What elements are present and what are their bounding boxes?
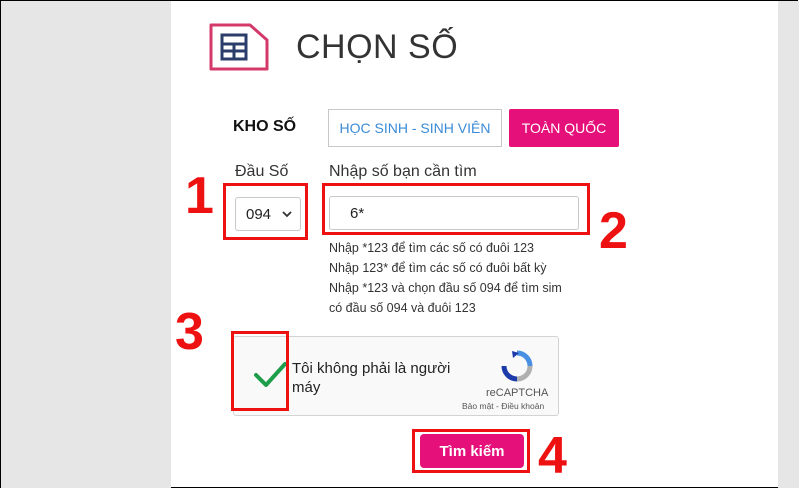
dau-so-label: Đầu Số [235, 163, 289, 180]
search-hint-4: có đầu số 094 và đuôi 123 [329, 301, 476, 315]
search-hint-2: Nhập 123* để tìm các số có đuôi bất kỳ [329, 261, 547, 275]
annotation-box-4 [412, 429, 530, 473]
search-label: Nhập số bạn cần tìm [329, 163, 477, 180]
annotation-box-1 [223, 183, 308, 240]
tab-toan-quoc[interactable]: TOÀN QUỐC [509, 109, 619, 147]
search-hint-3: Nhập *123 và chọn đầu số 094 để tìm sim [329, 281, 562, 295]
annotation-number-2: 2 [599, 202, 628, 260]
search-hint-1: Nhập *123 để tìm các số có đuôi 123 [329, 241, 534, 255]
sim-card-icon [209, 23, 269, 71]
page-title: CHỌN SỐ [296, 28, 459, 66]
annotation-box-3 [231, 331, 289, 411]
recaptcha-logo-icon [501, 350, 533, 382]
recaptcha-brand: reCAPTCHA [486, 387, 549, 399]
annotation-box-2 [322, 183, 590, 235]
recaptcha-terms[interactable]: Bảo mật - Điều khoản [462, 401, 544, 411]
tab-hoc-sinh-sinh-vien[interactable]: HỌC SINH - SINH VIÊN [328, 109, 502, 147]
annotation-number-4: 4 [538, 427, 567, 485]
right-margin [778, 1, 799, 488]
recaptcha-label: Tôi không phải là người máy [292, 360, 451, 396]
left-margin [1, 1, 171, 488]
annotation-number-3: 3 [175, 303, 204, 361]
kho-so-label: KHO SỐ [233, 118, 297, 135]
annotation-number-1: 1 [185, 167, 214, 225]
